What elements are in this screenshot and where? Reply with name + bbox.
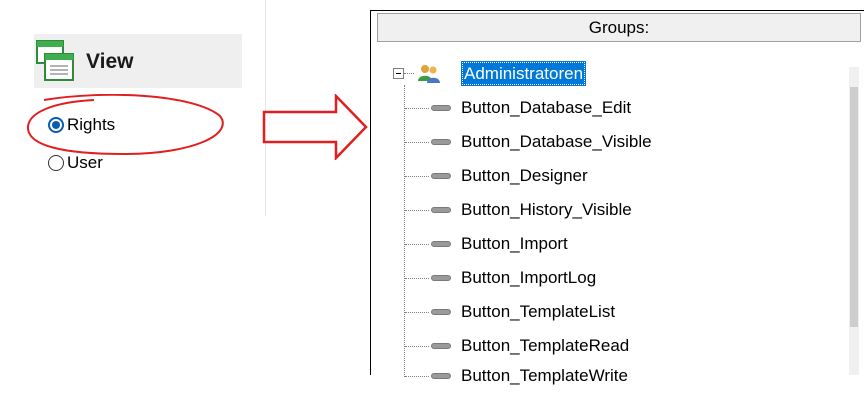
- tree-item-label: Button_Designer: [461, 166, 588, 185]
- tree-item-label: Button_TemplateList: [461, 302, 616, 321]
- radio-label-user: User: [67, 153, 103, 172]
- tree-item[interactable]: Button_TemplateRead: [405, 329, 629, 363]
- radio-option-rights[interactable]: Rights: [48, 112, 115, 138]
- tree-item[interactable]: Button_TemplateList: [405, 295, 615, 329]
- groups-tree: Administratoren Button_Database_Edit But…: [377, 43, 851, 385]
- tree-item[interactable]: Button_ImportLog: [405, 261, 596, 295]
- collapse-toggle[interactable]: [393, 68, 404, 79]
- view-panel: View Rights User: [0, 0, 266, 216]
- vertical-scrollbar[interactable]: [849, 67, 859, 375]
- tree-item-label: Button_Import: [461, 234, 568, 253]
- radio-button-rights[interactable]: [48, 117, 64, 133]
- tree-connector: [405, 243, 429, 245]
- tree-item[interactable]: Button_TemplateWrite: [405, 359, 628, 393]
- tree-item[interactable]: Button_Designer: [405, 159, 588, 193]
- tree-connector: [405, 311, 429, 313]
- tree-connector: [405, 277, 429, 279]
- tree-item[interactable]: Button_History_Visible: [405, 193, 632, 227]
- tree-connector: [405, 345, 429, 347]
- tree-item-label: Button_Database_Edit: [461, 98, 632, 117]
- tree-item[interactable]: Button_Database_Edit: [405, 91, 631, 125]
- tree-item-label: Button_TemplateRead: [461, 336, 630, 355]
- permission-icon: [431, 343, 451, 349]
- user-group-icon: [418, 65, 440, 83]
- tree-item-label: Button_Database_Visible: [461, 132, 652, 151]
- tree-connector: [405, 209, 429, 211]
- tree-item-label: Button_History_Visible: [461, 200, 632, 219]
- tree-connector: [405, 375, 429, 377]
- tree-node-administratoren[interactable]: Administratoren: [461, 61, 587, 86]
- permission-icon: [431, 173, 451, 179]
- radio-option-user[interactable]: User: [48, 150, 103, 176]
- groups-tree-panel: Groups: Administratoren Button_Database_…: [370, 10, 864, 385]
- groups-column-header[interactable]: Groups:: [377, 13, 861, 42]
- permission-icon: [431, 207, 451, 213]
- view-window-icon: [36, 40, 74, 81]
- tree-connector: [405, 141, 429, 143]
- view-header: View: [34, 34, 242, 88]
- tree-item-label: Button_TemplateWrite: [461, 366, 628, 385]
- view-title: View: [86, 50, 134, 73]
- permission-icon: [431, 241, 451, 247]
- tree-item[interactable]: Button_Import: [405, 227, 568, 261]
- tree-item-label: Button_ImportLog: [461, 268, 597, 287]
- scrollbar-thumb[interactable]: [850, 87, 858, 327]
- permission-icon: [431, 309, 451, 315]
- permission-icon: [431, 139, 451, 145]
- permission-icon: [431, 105, 451, 111]
- tree-connector: [405, 175, 429, 177]
- radio-button-user[interactable]: [48, 155, 64, 171]
- permission-icon: [431, 275, 451, 281]
- tree-connector: [405, 107, 429, 109]
- radio-label-rights: Rights: [67, 115, 116, 134]
- tree-connector: [404, 73, 414, 74]
- right-arrow-icon: [262, 94, 368, 160]
- tree-item[interactable]: Button_Database_Visible: [405, 125, 652, 159]
